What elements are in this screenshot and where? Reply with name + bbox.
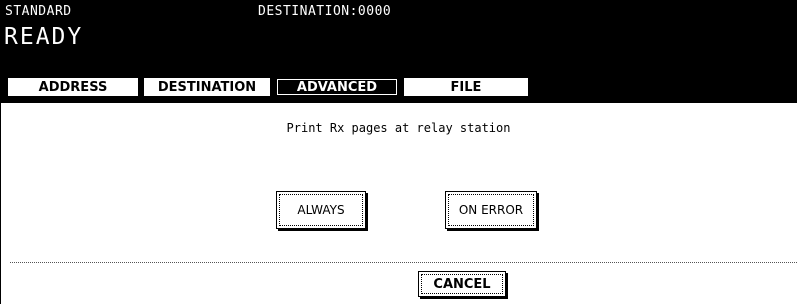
cancel-button[interactable]: CANCEL [418,271,506,297]
tab-address-label: ADDRESS [38,79,108,95]
tab-advanced[interactable]: ADVANCED [274,76,400,98]
destination-count: 0000 [357,4,392,19]
destination-label: DESTINATION: [258,4,358,19]
machine-status: READY [4,24,84,50]
copy-mode-label: STANDARD [5,4,72,19]
status-header: STANDARD DESTINATION:0000 READY ADDRESS … [0,0,797,103]
on-error-button[interactable]: ON ERROR [445,191,537,229]
on-error-button-label: ON ERROR [458,203,524,217]
footer-divider [10,262,797,263]
tab-destination[interactable]: DESTINATION [142,76,272,98]
destination-counter: DESTINATION:0000 [258,4,391,19]
always-button[interactable]: ALWAYS [276,191,366,229]
relay-print-prompt: Print Rx pages at relay station [286,121,511,135]
always-button-label: ALWAYS [297,203,345,217]
tab-file[interactable]: FILE [402,76,530,98]
tab-file-label: FILE [450,79,482,95]
tab-destination-label: DESTINATION [157,79,257,95]
tab-address[interactable]: ADDRESS [6,76,140,98]
tab-advanced-label: ADVANCED [296,79,378,95]
cancel-button-label: CANCEL [433,276,491,292]
